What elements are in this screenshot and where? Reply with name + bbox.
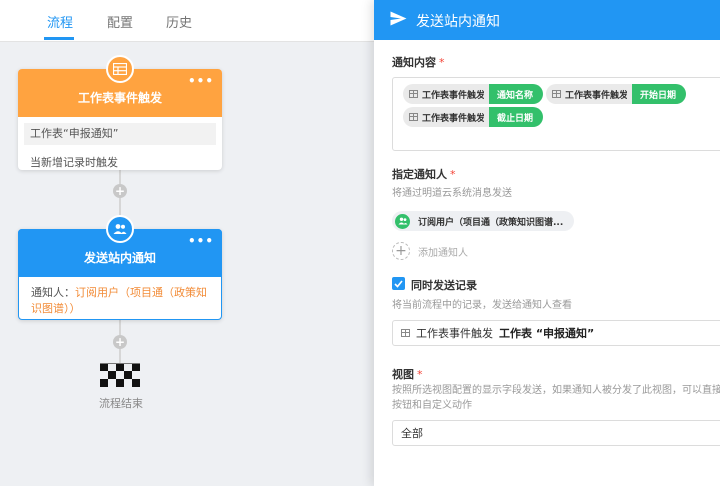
trigger-node-title: 工作表事件触发	[77, 91, 162, 105]
notify-node-recipient: 通知人：订阅用户（项目通（政策知识图谱））	[19, 277, 221, 317]
trigger-node[interactable]: ••• 工作表事件触发 工作表“申报通知” 当新增记录时触发	[18, 55, 222, 170]
notification-content-editor[interactable]: 工作表事件触发 通知名称 工作表事件触发 开始日期 工作表事件触发 截止日期	[392, 77, 720, 151]
more-options-icon[interactable]: •••	[188, 235, 214, 247]
tab-flow[interactable]: 流程	[47, 12, 73, 31]
field-chip[interactable]: 工作表事件触发 截止日期	[403, 107, 544, 127]
config-drawer: 发送站内通知 通知内容 * 工作表事件触发 通知名称 工作表事件触发 开始日期 工作表…	[374, 0, 720, 486]
required-mark: *	[439, 56, 445, 69]
field-chip[interactable]: 工作表事件触发 开始日期	[546, 84, 687, 104]
record-source-select[interactable]: 工作表事件触发 工作表 “申报通知”	[392, 320, 720, 346]
notify-node-title: 发送站内通知	[83, 251, 156, 265]
view-value: 全部	[401, 427, 423, 440]
active-tab-indicator	[44, 37, 74, 40]
table-icon	[409, 90, 418, 98]
drawer-title: 发送站内通知	[416, 14, 500, 30]
notify-node-header: ••• 发送站内通知	[18, 215, 222, 277]
users-icon	[395, 213, 410, 229]
notifier-hint: 将通过明道云系统消息发送	[392, 188, 512, 199]
table-icon	[106, 55, 134, 83]
send-record-checkbox[interactable]	[392, 277, 405, 290]
tab-config[interactable]: 配置	[107, 12, 133, 31]
notifier-section-label: 指定通知人 *	[392, 168, 456, 181]
record-table: 工作表 “申报通知”	[499, 327, 595, 340]
table-icon	[401, 329, 410, 337]
flow-end-label: 流程结束	[99, 397, 143, 410]
required-mark: *	[450, 168, 456, 181]
send-icon	[390, 11, 407, 30]
notifier-user-name: 订阅用户（项目通（政策知识图谱...	[418, 217, 564, 228]
view-hint: 按照所选视图配置的显示字段发送，如果通知人被分发了此视图，可以直接按钮和自定义动…	[392, 385, 720, 411]
add-notifier-button[interactable]: + 添加通知人	[392, 242, 468, 260]
add-step-button[interactable]: +	[113, 184, 127, 198]
required-mark: *	[417, 368, 423, 381]
trigger-node-header: ••• 工作表事件触发	[18, 55, 222, 117]
view-section-label: 视图 *	[392, 368, 423, 381]
record-source: 工作表事件触发	[416, 327, 493, 340]
send-record-hint: 将当前流程中的记录，发送给通知人查看	[392, 300, 572, 311]
plus-icon: +	[392, 242, 410, 260]
drawer-header: 发送站内通知	[374, 0, 720, 40]
add-notifier-label: 添加通知人	[418, 247, 468, 259]
send-record-label: 同时发送记录	[411, 279, 477, 292]
more-options-icon[interactable]: •••	[188, 75, 214, 87]
trigger-condition: 当新增记录时触发	[30, 156, 118, 169]
checkered-flag-icon	[100, 363, 140, 387]
view-select[interactable]: 全部	[392, 420, 720, 446]
recipient-label: 通知人：	[31, 286, 75, 299]
table-icon	[409, 113, 418, 121]
table-icon	[552, 90, 561, 98]
notifier-user-chip[interactable]: 订阅用户（项目通（政策知识图谱...	[392, 211, 574, 231]
notify-node[interactable]: ••• 发送站内通知 通知人：订阅用户（项目通（政策知识图谱））	[18, 215, 222, 320]
users-icon	[106, 215, 134, 243]
tab-history[interactable]: 历史	[166, 12, 192, 31]
add-step-button[interactable]: +	[113, 335, 127, 349]
trigger-table-name: 工作表“申报通知”	[24, 123, 216, 145]
field-chip[interactable]: 工作表事件触发 通知名称	[403, 84, 544, 104]
content-section-label: 通知内容 *	[392, 56, 445, 69]
